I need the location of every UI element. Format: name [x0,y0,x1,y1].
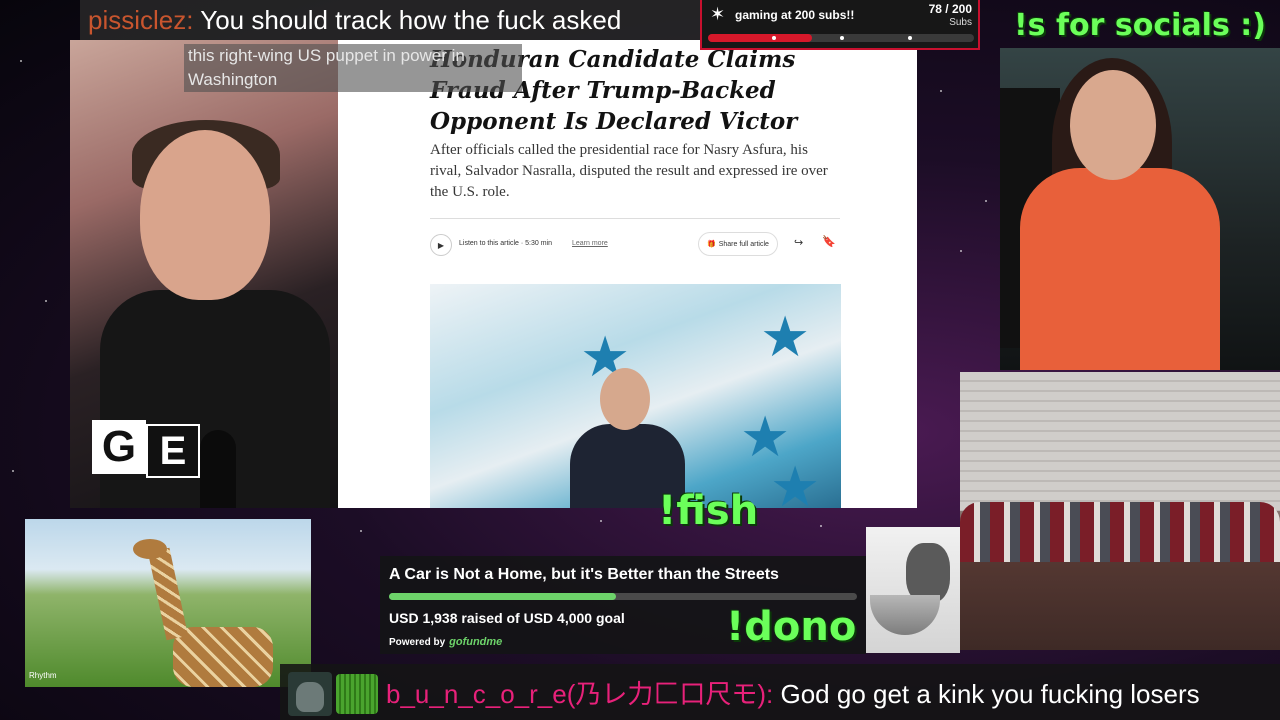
rhythm-watermark: Rhythm [29,671,57,680]
play-icon: ▶ [437,240,445,250]
play-audio-button[interactable]: ▶ [430,234,452,256]
fish-command-label: !fish [658,488,759,534]
bowl [870,595,940,635]
dono-command-label: !dono [726,604,857,650]
cat-photo [866,527,960,653]
chat-message-bottom: b_u_n_c_o_r_e(乃レ力匚口尺モ): God go get a kin… [280,664,1280,720]
chat-username: b_u_n_c_o_r_e(乃レ力匚口尺モ): [386,679,774,709]
gofundme-powered-by: Powered by gofundme [389,636,503,648]
gofundme-logo: gofundme [449,636,503,648]
article-photo: ★ ★ ★ ★ [430,284,841,508]
grass-badge-icon [336,674,378,714]
giraffe-video: Rhythm [25,519,311,687]
learn-more-link[interactable]: Learn more [572,240,608,247]
bookmark-icon[interactable]: 🔖 [822,235,836,248]
gofundme-raised: USD 1,938 raised of USD 4,000 goal [389,610,625,626]
gofundme-progress-fill [389,593,616,600]
chat-message-top: pissiclez: You should track how the fuck… [80,0,708,40]
socials-command-label: !s for socials :) [1014,8,1266,43]
streamer-webcam [1000,48,1280,370]
chat-message-overlay: this right-wing US puppet in power in Wa… [184,44,522,92]
sub-goal-widget: ✶ gaming at 200 subs!! 78 / 200 Subs [700,0,980,50]
streamer-figure [1020,168,1220,370]
commentator-video: G E [70,40,338,508]
ge-logo: G E [92,420,200,478]
listen-label: Listen to this article · 5:30 min [459,240,552,247]
cat-avatar-icon [296,682,324,712]
gift-icon: 🎁 [707,241,716,248]
chat-text: You should track how the fuck asked [193,5,622,35]
share-full-article-button[interactable]: 🎁 Share full article [698,232,778,256]
window-blinds [960,372,1280,511]
cat-figure [906,543,950,603]
giraffe-figure [133,539,167,559]
gofundme-progress-bar [389,593,857,600]
article-divider [430,218,840,219]
chat-username: pissiclez: [88,5,194,35]
sub-goal-progress-fill [708,34,812,42]
article-summary: After officials called the presidential … [430,142,828,200]
sub-goal-title: gaming at 200 subs!! [735,8,855,22]
share-icon[interactable]: ↪ [794,236,803,249]
blanket [960,502,1280,562]
cat-camera-feed [960,372,1280,650]
sub-goal-label: Subs [949,17,972,28]
news-article: Honduran Candidate Claims Fraud After Tr… [338,40,917,508]
star-icon: ✶ [710,4,726,24]
gofundme-title: A Car is Not a Home, but it's Better tha… [389,566,779,583]
microphone [200,430,236,508]
sub-goal-progress-bar [708,34,974,42]
article-toolbar: ▶ Listen to this article · 5:30 min Lear… [430,232,840,256]
avatar [288,672,332,716]
sub-goal-count: 78 / 200 [928,2,972,16]
chat-text: God go get a kink you fucking losers [773,679,1200,709]
